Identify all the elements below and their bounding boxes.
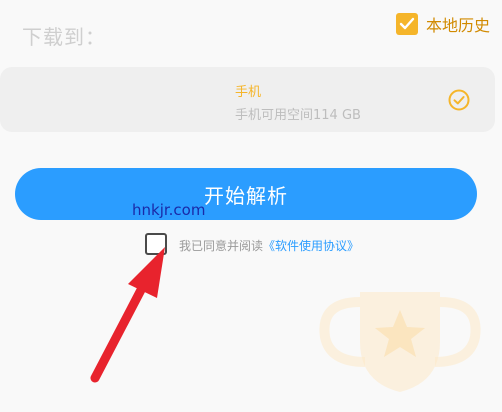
red-arrow-annotation [90,247,165,383]
